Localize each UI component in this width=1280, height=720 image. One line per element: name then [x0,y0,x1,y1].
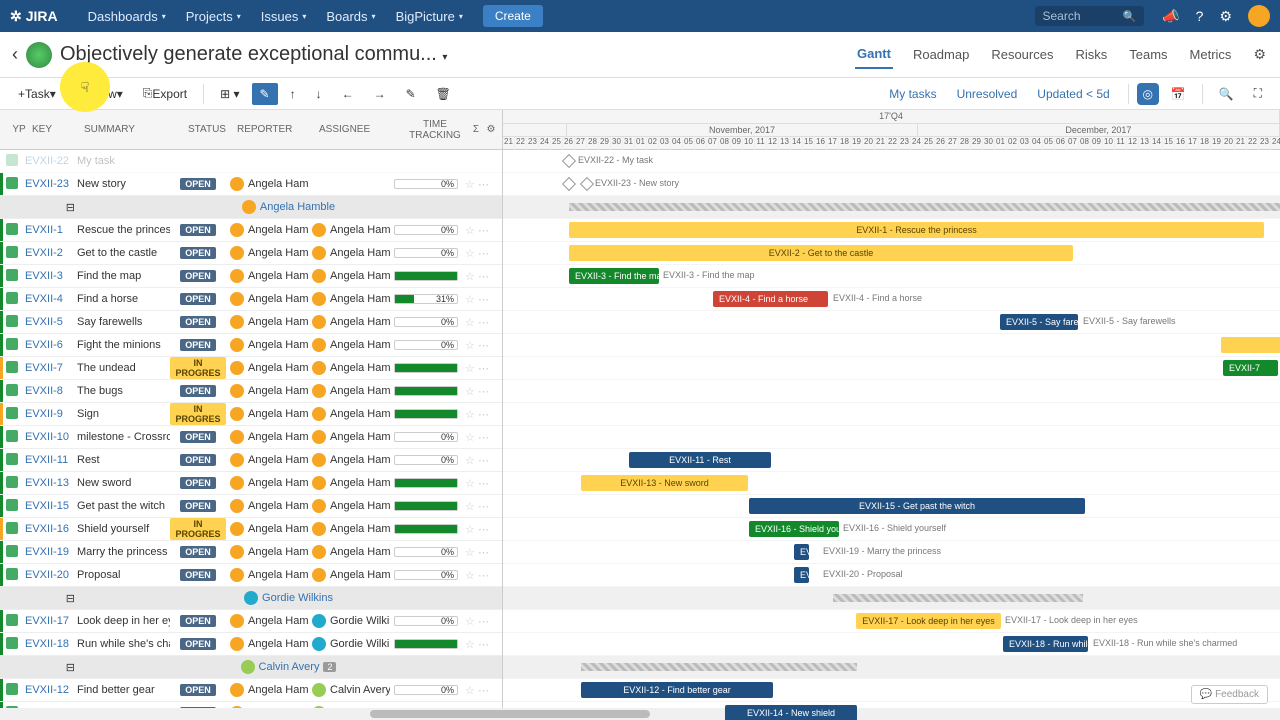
toolbar: + Task ▾ 👁 View ▾ ⎘ Export ⊞ ▾ ✎ ↑ ↓ ← →… [0,78,1280,110]
group-row[interactable]: ⊟Calvin Avery 2 [0,656,502,679]
tab-risks[interactable]: Risks [1073,41,1109,68]
project-icon [26,42,52,68]
gantt-bar[interactable]: EVXII-16 - Shield yours [749,521,839,537]
notifications-icon[interactable]: 📣 [1154,8,1187,25]
edit-icon[interactable]: ✎ [398,83,424,105]
task-row[interactable]: EVXII-15Get past the witchOPENAngela Ham… [0,495,502,518]
up-arrow-icon[interactable]: ↑ [282,83,304,105]
feedback-button[interactable]: 💬 Feedback [1191,685,1268,704]
task-row[interactable]: EVXII-5Say farewellsOPENAngela HambleAng… [0,311,502,334]
fullscreen-icon[interactable]: ⛶ [1246,82,1270,105]
gantt-bar[interactable]: EVXII-4 - Find a horse [713,291,828,307]
task-row[interactable]: EVXII-4Find a horseOPENAngela HambleAnge… [0,288,502,311]
gantt-bar[interactable]: EVXII-1 - Rescue the princess [569,222,1264,238]
right-arrow-icon[interactable]: → [366,83,394,105]
left-arrow-icon[interactable]: ← [334,83,362,105]
gantt-bar[interactable]: EVXII-7 [1223,360,1278,376]
gantt-bar[interactable]: EVXII-3 - Find the map [569,268,659,284]
calendar-icon[interactable]: 📅 [1163,83,1194,105]
task-row[interactable]: EVXII-10milestone - CrossroadsOPENAngela… [0,426,502,449]
help-icon[interactable]: ? [1188,8,1212,24]
gantt-bar[interactable]: EVXII-18 - Run while sh [1003,636,1088,652]
user-avatar[interactable] [1248,5,1270,27]
task-row[interactable]: EVXII-18Run while she's charmedOPENAngel… [0,633,502,656]
task-row[interactable]: EVXII-23New storyOPENAngela Hamble0%☆ ⋯ [0,173,502,196]
gantt-chart[interactable]: 17'Q4 November, 2017December, 2017 21222… [503,110,1280,720]
nav-boards[interactable]: Boards ▾ [316,9,385,24]
search-input[interactable] [1043,9,1123,23]
search-icon: 🔍 [1123,10,1137,23]
export-button[interactable]: ⎘ Export [135,82,195,105]
search-toolbar-icon[interactable]: 🔍 [1211,83,1242,105]
back-arrow[interactable]: ‹ [12,44,18,65]
search-box[interactable]: 🔍 [1035,6,1145,26]
gantt-bar[interactable]: EVXII-13 - New sword [581,475,748,491]
task-row[interactable]: EVXII-12Find better gearOPENAngela Hambl… [0,679,502,702]
filter-link[interactable]: Unresolved [947,83,1028,105]
task-row[interactable]: EVXII-19Marry the princessOPENAngela Ham… [0,541,502,564]
gantt-bar[interactable]: EVXII-14 - New shield [725,705,857,720]
tab-metrics[interactable]: Metrics [1188,41,1234,68]
target-icon[interactable]: ◎ [1137,83,1159,105]
add-task-button[interactable]: + Task ▾ [10,83,64,105]
project-tabs: Gantt Roadmap Resources Risks Teams Metrics ⚙ [855,40,1268,69]
gantt-bar[interactable]: EVXII-15 - Get past the witch [749,498,1085,514]
edit-mode[interactable]: ✎ [252,83,278,105]
gantt-bar[interactable]: EVXII-2 - Get to the castle [569,245,1073,261]
task-row[interactable]: EVXII-3Find the mapOPENAngela HambleAnge… [0,265,502,288]
logo[interactable]: ✲JIRA [10,8,58,25]
gantt-bar[interactable]: EV [794,544,809,560]
group-row[interactable]: ⊟Gordie Wilkins [0,587,502,610]
task-row[interactable]: EVXII-11RestOPENAngela HambleAngela Hamb… [0,449,502,472]
nav-issues[interactable]: Issues ▾ [251,9,317,24]
nav-dashboards[interactable]: Dashboards ▾ [78,9,176,24]
task-row[interactable]: EVXII-13New swordOPENAngela HambleAngela… [0,472,502,495]
filter-link[interactable]: Updated < 5d [1027,83,1119,105]
project-title[interactable]: Objectively generate exceptional commu..… [60,43,447,66]
layout-options[interactable]: ⊞ ▾ [212,83,247,105]
tab-teams[interactable]: Teams [1127,41,1169,68]
nav-bigpicture[interactable]: BigPicture ▾ [386,9,473,24]
nav-projects[interactable]: Projects ▾ [176,9,251,24]
delete-icon[interactable]: 🗑 [428,83,459,105]
project-header: ‹ Objectively generate exceptional commu… [0,32,1280,78]
task-row[interactable]: EVXII-20ProposalOPENAngela HambleAngela … [0,564,502,587]
grid-header: YP KEY SUMMARY STATUS REPORTER ASSIGNEE … [0,110,502,150]
create-button[interactable]: Create [483,5,543,27]
gantt-bar[interactable] [1221,337,1280,353]
task-row[interactable]: EVXII-8The bugsOPENAngela HambleAngela H… [0,380,502,403]
task-row[interactable]: EVXII-7The undeadIN PROGRESAngela Hamble… [0,357,502,380]
settings-icon[interactable]: ⚙ [1211,8,1240,25]
gantt-bar[interactable]: EVXII-11 - Rest [629,452,771,468]
task-row[interactable]: EVXII-9SignIN PROGRESAngela HambleAngela… [0,403,502,426]
task-row[interactable]: EVXII-2Get to the castleOPENAngela Hambl… [0,242,502,265]
gantt-bar[interactable]: EVXII-12 - Find better gear [581,682,773,698]
gantt-bar[interactable]: EV [794,567,809,583]
task-row[interactable]: EVXII-6Fight the minionsOPENAngela Hambl… [0,334,502,357]
task-row[interactable]: EVXII-17Look deep in her eyesOPENAngela … [0,610,502,633]
settings-tab[interactable]: ⚙ [1251,40,1268,69]
gantt-bar[interactable]: EVXII-5 - Say farew [1000,314,1078,330]
filter-link[interactable]: My tasks [879,83,946,105]
task-row[interactable]: EVXII-1Rescue the princessOPENAngela Ham… [0,219,502,242]
task-row[interactable]: EVXII-16Shield yourselfIN PROGRESAngela … [0,518,502,541]
cursor-highlight: ☟ [60,62,110,112]
tab-resources[interactable]: Resources [989,41,1055,68]
down-arrow-icon[interactable]: ↓ [308,83,330,105]
tab-gantt[interactable]: Gantt [855,40,893,69]
gantt-bar[interactable]: EVXII-17 - Look deep in her eyes [856,613,1001,629]
group-row[interactable]: ⊟Angela Hamble [0,196,502,219]
task-grid: YP KEY SUMMARY STATUS REPORTER ASSIGNEE … [0,110,503,720]
horizontal-scrollbar[interactable] [0,708,1280,720]
top-nav: ✲JIRA Dashboards ▾Projects ▾Issues ▾Boar… [0,0,1280,32]
tab-roadmap[interactable]: Roadmap [911,41,971,68]
